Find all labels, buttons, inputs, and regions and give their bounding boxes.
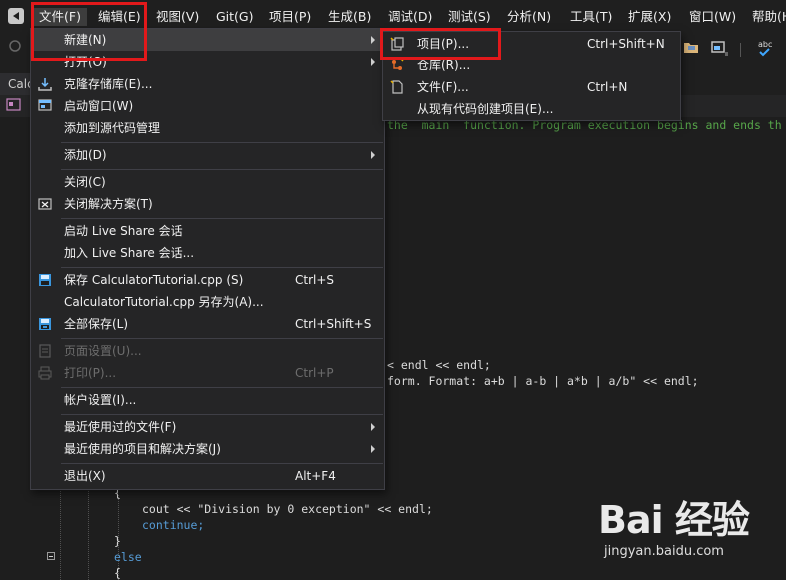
menu-item-recent-projects[interactable]: 最近使用的项目和解决方案(J) — [31, 438, 384, 460]
menu-item-recent-files[interactable]: 最近使用过的文件(F) — [31, 416, 384, 438]
save-all-icon — [39, 318, 51, 330]
code-line: { — [114, 566, 121, 580]
menu-project[interactable]: 项目(P) — [269, 8, 311, 26]
submenu-item-file[interactable]: 文件(F)... Ctrl+N — [383, 76, 680, 98]
file-menu-dropdown: 新建(N) 打开(O) 克隆存储库(E)... 启动窗口(W) 添加到源代码管理… — [30, 28, 385, 490]
menu-item-print: 打印(P)... Ctrl+P — [31, 362, 384, 384]
menu-separator — [61, 267, 383, 268]
menu-item-save-as[interactable]: CalculatorTutorial.cpp 另存为(A)... — [31, 291, 384, 313]
menu-item-join-live-share[interactable]: 加入 Live Share 会话... — [31, 242, 384, 264]
menu-separator — [61, 387, 383, 388]
menu-item-add[interactable]: 添加(D) — [31, 144, 384, 166]
window-layout-icon[interactable] — [711, 40, 729, 56]
menu-item-close-solution[interactable]: 关闭解决方案(T) — [31, 193, 384, 215]
start-window-icon — [38, 99, 52, 111]
menu-separator — [61, 338, 383, 339]
submenu-item-from-existing-code[interactable]: 从现有代码创建项目(E)... — [383, 98, 680, 120]
menu-item-page-setup: 页面设置(U)... — [31, 340, 384, 362]
visual-studio-logo-icon — [8, 8, 24, 24]
menu-debug[interactable]: 调试(D) — [388, 8, 432, 26]
menu-view[interactable]: 视图(V) — [156, 8, 199, 26]
submenu-arrow-icon — [371, 58, 375, 66]
menu-window[interactable]: 窗口(W) — [689, 8, 736, 26]
menu-item-start-window[interactable]: 启动窗口(W) — [31, 95, 384, 117]
clone-icon — [38, 78, 52, 91]
save-icon — [39, 274, 51, 286]
menu-test[interactable]: 测试(S) — [448, 8, 491, 26]
menu-separator — [61, 169, 383, 170]
submenu-arrow-icon — [371, 445, 375, 453]
menu-separator — [61, 142, 383, 143]
submenu-arrow-icon — [371, 36, 375, 44]
page-setup-icon — [39, 344, 51, 358]
menu-item-save-all[interactable]: 全部保存(L) Ctrl+Shift+S — [31, 313, 384, 335]
menu-build[interactable]: 生成(B) — [328, 8, 371, 26]
baidu-watermark: Bai 经验 jingyan.baidu.com — [598, 489, 780, 575]
submenu-arrow-icon — [371, 423, 375, 431]
menu-item-account-settings[interactable]: 帐户设置(I)... — [31, 389, 384, 411]
annotation-box-project — [380, 28, 501, 60]
repository-icon — [392, 58, 404, 70]
menu-git[interactable]: Git(G) — [216, 8, 254, 26]
submenu-arrow-icon — [371, 151, 375, 159]
annotation-box-file-new — [31, 2, 147, 61]
menu-extensions[interactable]: 扩展(X) — [628, 8, 671, 26]
menu-item-clone-repo[interactable]: 克隆存储库(E)... — [31, 73, 384, 95]
code-line: form. Format: a+b | a-b | a*b | a/b" << … — [387, 374, 699, 388]
folder-icon[interactable] — [683, 40, 699, 54]
menu-help[interactable]: 帮助(H — [752, 8, 786, 26]
menu-item-start-live-share[interactable]: 启动 Live Share 会话 — [31, 220, 384, 242]
code-line: } — [114, 534, 121, 548]
new-file-icon — [390, 80, 403, 94]
menu-item-add-to-source-control[interactable]: 添加到源代码管理 — [31, 117, 384, 139]
menu-item-close[interactable]: 关闭(C) — [31, 171, 384, 193]
code-line: else — [114, 550, 142, 564]
class-view-icon — [6, 98, 21, 111]
menu-separator — [61, 463, 383, 464]
menu-item-save[interactable]: 保存 CalculatorTutorial.cpp (S) Ctrl+S — [31, 269, 384, 291]
watermark-url: jingyan.baidu.com — [604, 544, 724, 559]
menu-separator — [61, 218, 383, 219]
code-line: continue; — [142, 518, 205, 532]
print-icon — [38, 366, 52, 380]
back-circle-icon[interactable] — [8, 39, 22, 53]
toolbar-divider — [740, 43, 741, 57]
baidu-jingyan-logo: Bai 经验 — [598, 498, 750, 542]
close-solution-icon — [38, 198, 52, 210]
svg-text:abc: abc — [758, 40, 772, 49]
menu-separator — [61, 414, 383, 415]
editor-file-tab[interactable]: Calc — [0, 73, 30, 95]
menu-tools[interactable]: 工具(T) — [570, 8, 612, 26]
spell-check-icon[interactable]: abc — [757, 38, 775, 58]
code-line: cout << "Division by 0 exception" << end… — [142, 502, 433, 516]
menu-analyze[interactable]: 分析(N) — [507, 8, 551, 26]
menu-item-exit[interactable]: 退出(X) Alt+F4 — [31, 465, 384, 487]
collapse-toggle-icon[interactable] — [47, 552, 55, 560]
code-line: < endl << endl; — [387, 358, 491, 372]
